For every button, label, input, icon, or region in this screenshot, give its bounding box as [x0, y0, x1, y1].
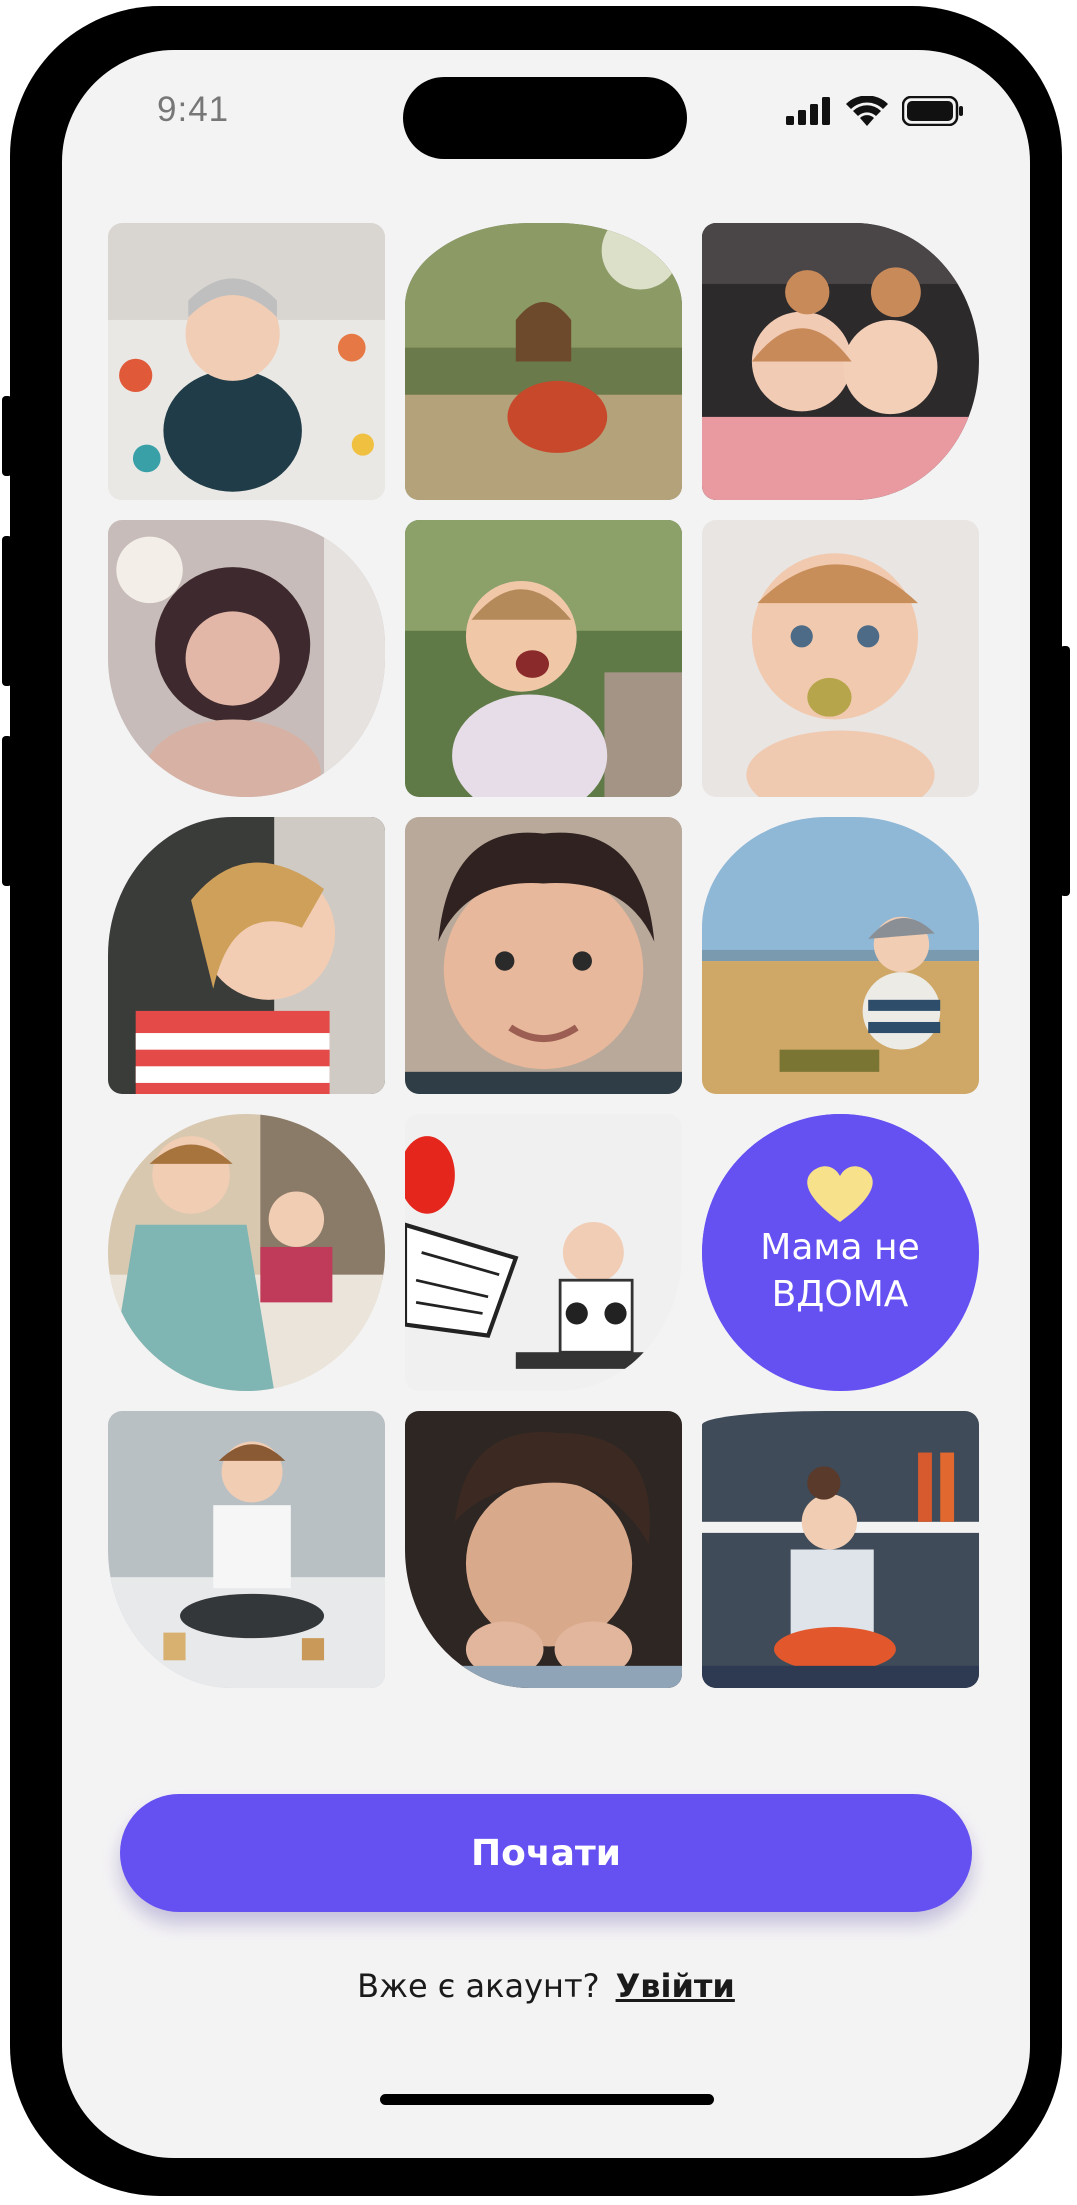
start-button[interactable]: Почати: [120, 1794, 972, 1912]
logo-line-1: Мама не: [760, 1227, 919, 1268]
logo-line-2: вдома: [772, 1274, 909, 1315]
battery-icon: [902, 96, 963, 126]
home-indicator[interactable]: [380, 2094, 714, 2105]
login-link[interactable]: Увійти: [616, 1967, 735, 2005]
photo-laughing-baby: [405, 520, 682, 797]
account-prompt-text: Вже є акаунт?: [357, 1967, 600, 2005]
photo-two-sisters: [702, 223, 979, 500]
photo-girl-cooking: [702, 1411, 979, 1688]
photo-baby-on-beach: [702, 817, 979, 1094]
volume-up-button: [2, 536, 12, 686]
photo-baby-eating: [702, 520, 979, 797]
photo-girl-in-park: [405, 223, 682, 500]
photo-curly-girl: [108, 520, 385, 797]
wifi-icon: [846, 96, 888, 126]
app-screen: 9:41 Мама не ВДОМА Почати Вже є акаунт? …: [62, 50, 1030, 2158]
photo-blond-toddler: [108, 817, 385, 1094]
photo-baby-with-balloon: [405, 1114, 682, 1391]
action-button: [2, 396, 12, 476]
power-button: [1060, 646, 1070, 896]
dynamic-island: [403, 77, 687, 159]
photo-thoughtful-child: [405, 1411, 682, 1688]
photo-smiling-boy: [405, 817, 682, 1094]
photo-boy-playing: [108, 1411, 385, 1688]
signal-icon: [786, 97, 830, 125]
volume-down-button: [2, 736, 12, 886]
phone-frame: 9:41 Мама не ВДОМА Почати Вже є акаунт? …: [2, 6, 1070, 2196]
photo-kids-drawing: [108, 1114, 385, 1391]
status-icons: [786, 96, 964, 126]
status-time: 9:41: [157, 90, 230, 129]
login-prompt: Вже є акаунт? Увійти: [62, 1967, 1030, 2005]
mama-ne-vdoma-logo: Мама не вдома: [702, 1114, 979, 1391]
photo-baby-on-bed: [108, 223, 385, 500]
